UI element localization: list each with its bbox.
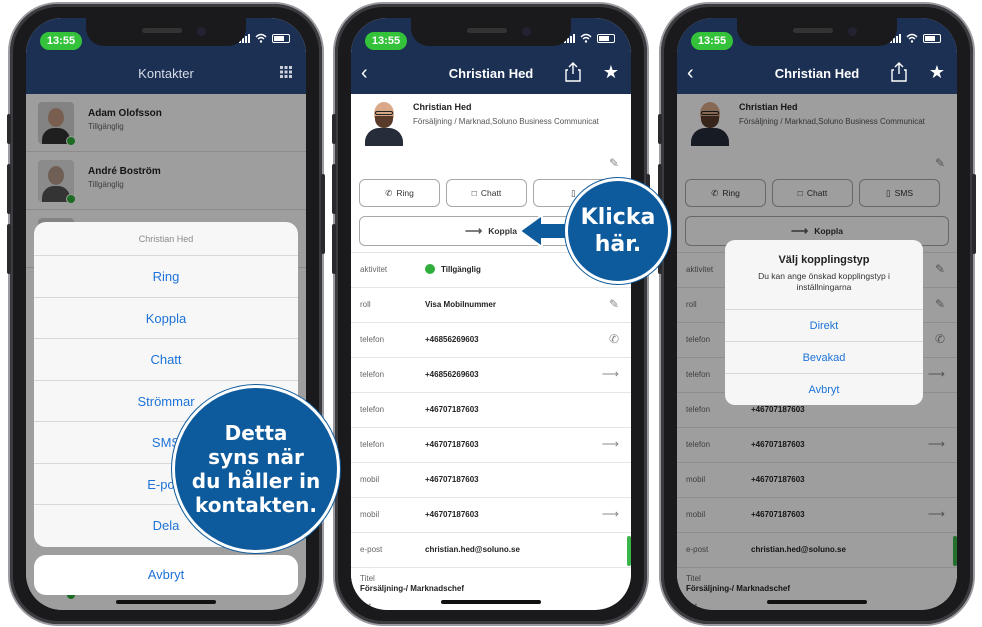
share-icon[interactable] xyxy=(891,62,907,82)
info-row-telefon[interactable]: telefon +46856269603 ✆ xyxy=(351,322,631,357)
row-label: e-post xyxy=(360,545,383,554)
info-row-epost[interactable]: e-post christian.hed@soluno.se xyxy=(351,532,631,567)
row-label: mobil xyxy=(360,510,380,519)
scroll-indicator xyxy=(627,536,631,566)
transfer-arrow-icon[interactable]: ⟶ xyxy=(602,367,619,381)
callout-line: Detta xyxy=(224,421,288,445)
sheet-chatt-button[interactable]: Chatt xyxy=(34,339,298,381)
mobile-icon: ▯ xyxy=(571,187,576,198)
row-value: Tillgänglig xyxy=(441,265,481,274)
bevakad-button[interactable]: Bevakad xyxy=(725,341,923,373)
keypad-icon[interactable] xyxy=(280,66,292,78)
row-label: telefon xyxy=(360,335,385,344)
nav-bar: ‹ Christian Hed ★ xyxy=(677,54,957,94)
home-indicator xyxy=(767,600,867,604)
battery-icon xyxy=(272,33,290,43)
contact-header: Christian Hed Försäljning / Marknad,Solu… xyxy=(351,94,631,179)
available-status-dot xyxy=(425,264,435,274)
row-value: +46856269603 xyxy=(425,335,479,344)
row-value: +46856269603 xyxy=(425,370,479,379)
transfer-arrow-icon[interactable]: ⟶ xyxy=(602,507,619,521)
koppla-label: Koppla xyxy=(488,226,517,236)
page-title: Kontakter xyxy=(138,66,194,81)
dialog-title: Välj kopplingstyp xyxy=(778,254,870,266)
phone-frame-dialog: 13:55 ‹ Christian Hed ★ Christian Hed Fö… xyxy=(658,4,976,624)
chatt-button[interactable]: □ Chatt xyxy=(446,179,527,207)
row-value: Visa Mobilnummer xyxy=(425,300,496,309)
info-row-telefon[interactable]: telefon +46707187603 xyxy=(351,392,631,427)
phone-icon: ✆ xyxy=(385,187,393,198)
callout-line: syns när xyxy=(208,445,304,469)
row-value: christian.hed@soluno.se xyxy=(425,545,520,554)
row-label: telefon xyxy=(360,440,385,449)
battery-icon xyxy=(923,33,941,43)
row-label: aktivitet xyxy=(360,265,388,274)
row-value: +46707187603 xyxy=(425,440,479,449)
row-value: +46707187603 xyxy=(425,405,479,414)
phone-frame-detail: 13:55 ‹ Christian Hed ★ Christian Hed Fö… xyxy=(332,4,650,624)
transfer-arrow-icon[interactable]: ⟶ xyxy=(602,437,619,451)
tutorial-stage: 13:55 Kontakter Adam Olofsson Tillgängli… xyxy=(0,0,982,627)
page-title: Christian Hed xyxy=(448,66,534,81)
info-row-telefon[interactable]: telefon +46856269603 ⟶ xyxy=(351,357,631,392)
avatar xyxy=(363,100,405,146)
info-row-roll[interactable]: roll Visa Mobilnummer ✎ xyxy=(351,287,631,322)
sheet-koppla-button[interactable]: Koppla xyxy=(34,298,298,339)
connection-type-dialog: Välj kopplingstyp Du kan ange önskad kop… xyxy=(725,240,923,405)
row-label-ort: Ort xyxy=(360,602,372,610)
callout-line: Klicka xyxy=(580,205,656,230)
edit-pencil-icon[interactable]: ✎ xyxy=(609,156,619,170)
callout-line: kontakten. xyxy=(194,493,318,517)
nav-bar: ‹ Christian Hed ★ xyxy=(351,54,631,94)
status-time: 13:55 xyxy=(40,32,82,50)
row-label: roll xyxy=(360,300,371,309)
wifi-icon xyxy=(906,33,918,43)
screen-detail: 13:55 ‹ Christian Hed ★ Christian Hed Fö… xyxy=(351,18,631,610)
row-label: telefon xyxy=(360,405,385,414)
home-indicator xyxy=(441,600,541,604)
sheet-ring-button[interactable]: Ring xyxy=(34,256,298,298)
row-value: +46707187603 xyxy=(425,475,479,484)
contact-role: Försäljning / Marknad,Soluno Business Co… xyxy=(413,117,599,126)
callout-click-here: Klicka här. xyxy=(565,178,671,284)
status-time: 13:55 xyxy=(365,32,407,50)
callout-line: du håller in xyxy=(191,469,321,493)
transfer-arrow-icon: ⟶ xyxy=(464,224,483,238)
row-label: telefon xyxy=(360,370,385,379)
status-time: 13:55 xyxy=(691,32,733,50)
callout-line: här. xyxy=(594,232,642,257)
sheet-cancel-button[interactable]: Avbryt xyxy=(34,554,298,595)
ring-label: Ring xyxy=(396,188,414,198)
edit-pencil-icon[interactable]: ✎ xyxy=(609,297,619,311)
phone-icon[interactable]: ✆ xyxy=(609,332,619,346)
direkt-button[interactable]: Direkt xyxy=(725,309,923,341)
chatt-label: Chatt xyxy=(480,188,502,198)
ring-button[interactable]: ✆ Ring xyxy=(359,179,440,207)
info-row-mobil[interactable]: mobil +46707187603 ⟶ xyxy=(351,497,631,532)
row-label: mobil xyxy=(360,475,380,484)
battery-icon xyxy=(597,33,615,43)
star-icon[interactable]: ★ xyxy=(603,62,619,83)
info-row-mobil[interactable]: mobil +46707187603 xyxy=(351,462,631,497)
share-icon[interactable] xyxy=(565,62,581,82)
info-row-telefon[interactable]: telefon +46707187603 ⟶ xyxy=(351,427,631,462)
dialog-message: Du kan ange önskad kopplingstyp i instäl… xyxy=(758,271,890,292)
row-label: Titel xyxy=(360,574,375,583)
contact-name: Christian Hed xyxy=(413,102,472,112)
wifi-icon xyxy=(580,33,592,43)
action-sheet-title: Christian Hed xyxy=(34,222,298,256)
row-value: +46707187603 xyxy=(425,510,479,519)
row-value: Försäljning-/ Marknadschef xyxy=(360,584,465,593)
nav-bar: Kontakter xyxy=(26,54,306,94)
screen-dialog: 13:55 ‹ Christian Hed ★ Christian Hed Fö… xyxy=(677,18,957,610)
callout-hold-contact: Detta syns när du håller in kontakten. xyxy=(172,385,340,553)
chat-bubble-icon: □ xyxy=(471,188,477,198)
home-indicator xyxy=(116,600,216,604)
wifi-icon xyxy=(255,33,267,43)
avbryt-button[interactable]: Avbryt xyxy=(725,373,923,405)
page-title: Christian Hed xyxy=(774,66,860,81)
star-icon[interactable]: ★ xyxy=(929,62,945,83)
